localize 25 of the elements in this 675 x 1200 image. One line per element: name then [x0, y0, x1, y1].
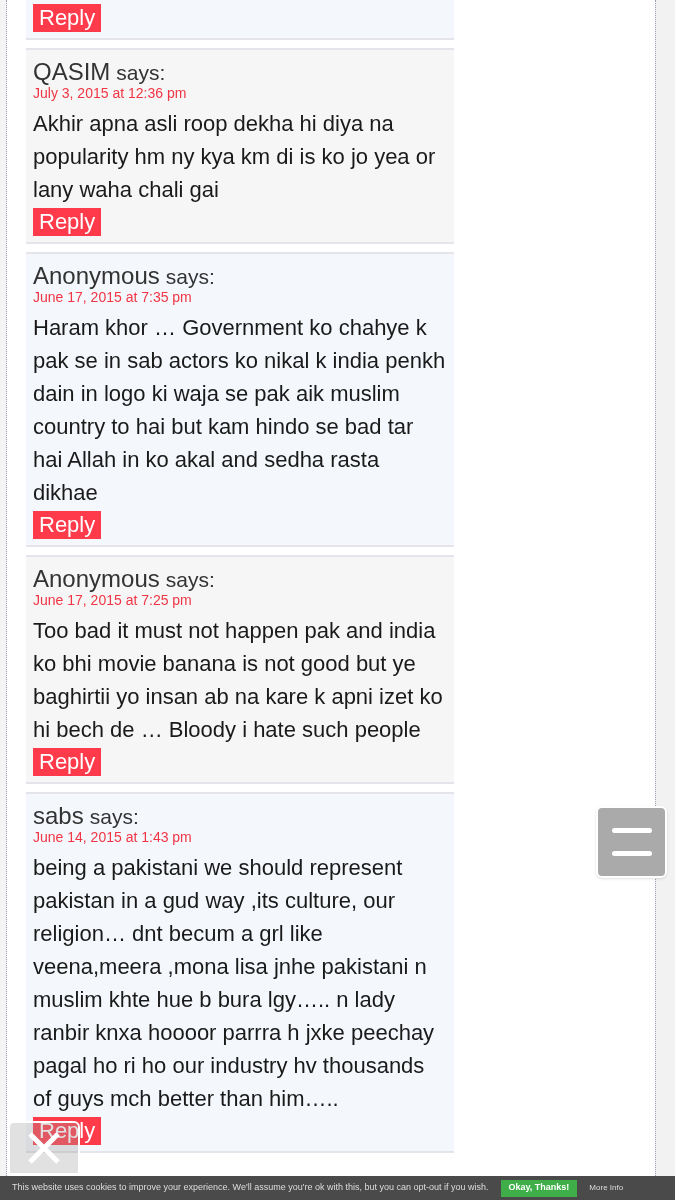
comment-date-link[interactable]: July 3, 2015 at 12:36 pm: [33, 84, 187, 102]
reply-button[interactable]: Reply: [33, 4, 102, 32]
reply-button[interactable]: Reply: [33, 748, 102, 776]
comment-text: Akhir apna asli roop dekha hi diya na popularity hm ny kya km di is ko jo yea or lany waha chali gai: [33, 110, 437, 204]
cookie-notice-text: This website uses cookies to improve your experience. We'll assume you're ok with this, but you can opt-out if you wish.: [12, 1181, 489, 1195]
reply-button[interactable]: Reply: [33, 208, 102, 236]
accept-button[interactable]: Okay, Thanks!: [500, 1179, 578, 1197]
reply-button[interactable]: Reply: [33, 511, 102, 539]
comment-date-link[interactable]: June 17, 2015 at 7:25 pm: [33, 591, 192, 609]
menu-button[interactable]: [596, 806, 667, 878]
says-label: says:: [89, 804, 139, 830]
comment-date-link[interactable]: June 17, 2015 at 7:35 pm: [33, 288, 192, 306]
comment-author: Anonymous: [33, 564, 160, 594]
comment-text: Too bad it must not happen pak and india ko bhi movie banana is not good but ye baghirtii yo insan ab na kare k apni izet ko hi bech de … Bloody i hate such people: [33, 617, 444, 744]
menu-icon: [611, 828, 652, 856]
more-info-link[interactable]: More Info: [589, 1182, 624, 1194]
comment-date-link[interactable]: June 14, 2015 at 1:43 pm: [33, 828, 192, 846]
comment-author: sabs: [33, 801, 84, 831]
says-label: says:: [165, 567, 215, 593]
comment-text: Haram khor … Government ko chahye k pak se in sab actors ko nikal k india penkh dain in logo ki waja se pak aik muslim country to hai but kam hindo se bad tar hai Allah in ko akal and sedha rasta dikhae: [33, 314, 447, 507]
comment-author: QASIM: [33, 57, 111, 87]
comment-author: Anonymous: [33, 261, 160, 291]
says-label: says:: [116, 60, 166, 86]
comment-text: being a pakistani we should represent pakistan in a gud way ,its culture, our religion… dnt becum a grl like veena,meera ,mona lisa jnhe pakistani n muslim khte hue b bura lgy….. n lady ranbir knxa hoooor parrra h jxke peechay pagal ho ri ho our industry hv thousands of guys mch better than him…..: [33, 854, 436, 1113]
says-label: says:: [165, 264, 215, 290]
